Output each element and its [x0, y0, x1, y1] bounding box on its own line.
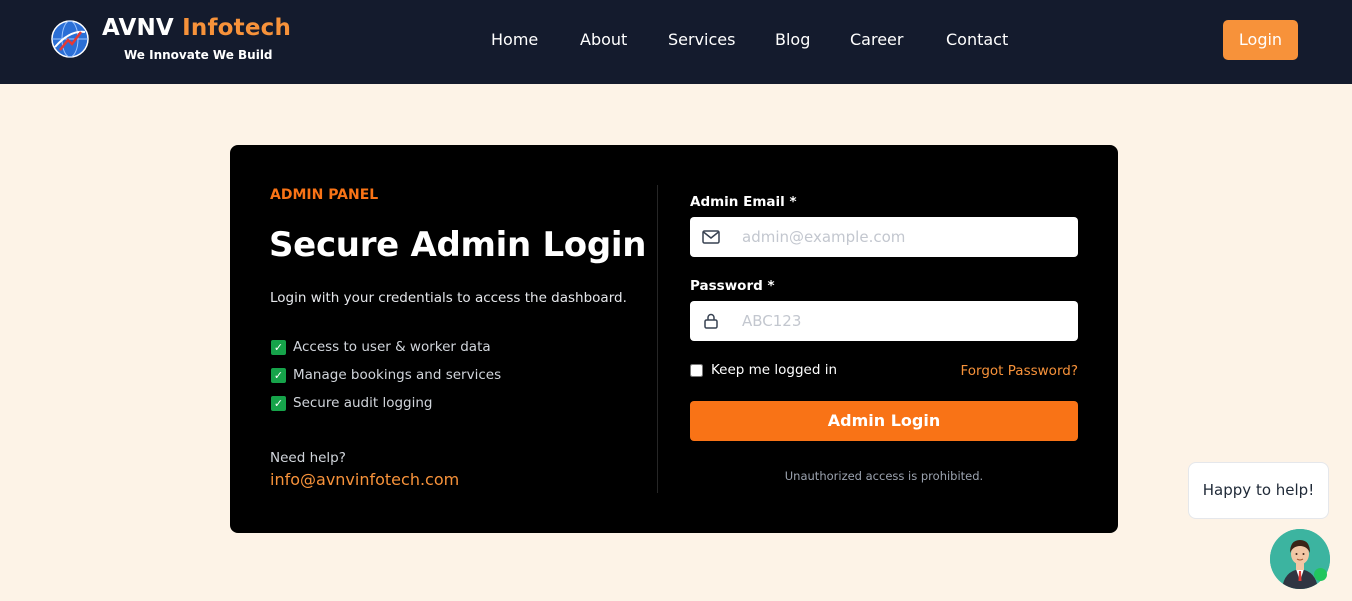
email-input[interactable] [742, 217, 1062, 257]
nav-link-about[interactable]: About [580, 30, 627, 49]
brand-name-main: AVNV [102, 15, 174, 41]
brand-tagline: We Innovate We Build [124, 48, 273, 62]
feature-label: Access to user & worker data [293, 339, 491, 355]
email-field[interactable] [690, 217, 1078, 257]
feature-label: Secure audit logging [293, 395, 433, 411]
remember-me[interactable]: Keep me logged in [690, 362, 837, 378]
access-warning: Unauthorized access is prohibited. [784, 469, 984, 483]
panel-divider [657, 185, 658, 493]
password-input[interactable] [742, 301, 1062, 341]
check-icon: ✓ [271, 367, 286, 383]
password-field[interactable] [690, 301, 1078, 341]
brand-name-accent: Infotech [182, 15, 292, 41]
check-icon: ✓ [271, 395, 286, 411]
nav-link-services[interactable]: Services [668, 30, 735, 49]
forgot-password-link[interactable]: Forgot Password? [961, 363, 1079, 379]
panel-eyebrow: ADMIN PANEL [270, 187, 379, 203]
admin-login-button[interactable]: Admin Login [690, 401, 1078, 441]
remember-label: Keep me logged in [711, 362, 838, 378]
page-title: Secure Admin Login [269, 225, 647, 265]
password-label: Password * [690, 278, 775, 294]
panel-subtitle: Login with your credentials to access th… [270, 290, 627, 306]
admin-login-card: ADMIN PANEL Secure Admin Login Login wit… [230, 145, 1118, 533]
feature-item: ✓ Secure audit logging [271, 394, 432, 412]
nav-link-career[interactable]: Career [850, 30, 903, 49]
nav-link-home[interactable]: Home [491, 30, 538, 49]
top-navbar: AVNV Infotech We Innovate We Build Home … [0, 0, 1352, 84]
chat-bubble[interactable]: Happy to help! [1188, 462, 1329, 519]
login-button[interactable]: Login [1223, 20, 1298, 60]
online-status-dot [1314, 568, 1327, 581]
feature-item: ✓ Manage bookings and services [271, 366, 501, 384]
help-label: Need help? [270, 450, 346, 466]
nav-link-contact[interactable]: Contact [946, 30, 1008, 49]
feature-item: ✓ Access to user & worker data [271, 338, 491, 356]
lock-icon [704, 313, 718, 329]
nav-link-blog[interactable]: Blog [775, 30, 810, 49]
remember-checkbox[interactable] [690, 363, 703, 377]
brand-name[interactable]: AVNV Infotech [102, 15, 291, 41]
email-label: Admin Email * [690, 194, 797, 210]
feature-label: Manage bookings and services [293, 367, 502, 383]
globe-logo-icon[interactable] [51, 20, 89, 58]
help-email-link[interactable]: info@avnvinfotech.com [270, 470, 459, 489]
check-icon: ✓ [271, 339, 286, 355]
mail-icon [702, 230, 720, 244]
